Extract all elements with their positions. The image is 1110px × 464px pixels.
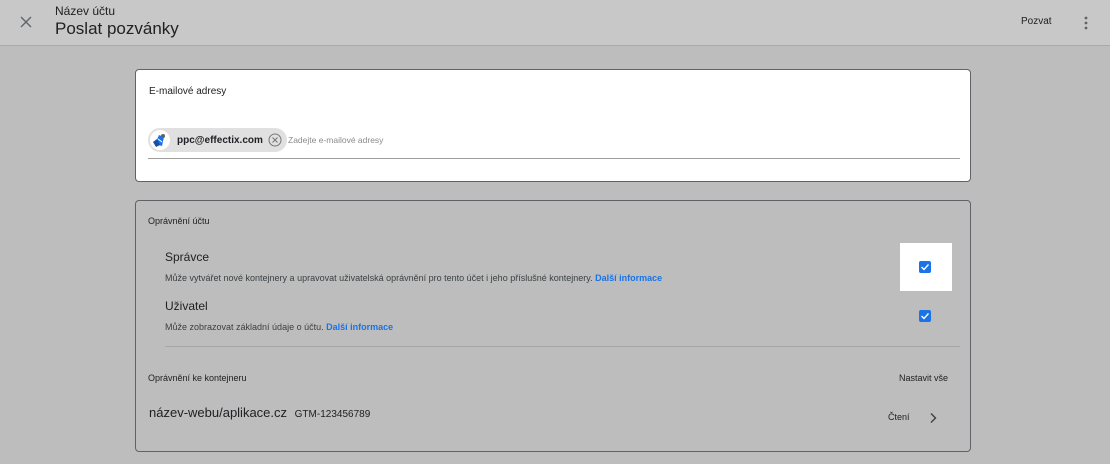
email-input-row[interactable]: ppc@effectix.com: [148, 128, 960, 159]
container-permissions-heading: Oprávnění ke kontejneru: [148, 373, 247, 383]
more-vert-icon[interactable]: [1079, 13, 1093, 33]
learn-more-link-admin[interactable]: Další informace: [595, 273, 662, 283]
account-name: Název účtu: [55, 4, 116, 18]
container-name-text: název-webu/aplikace.cz: [149, 405, 288, 420]
email-addresses-card: E-mailové adresy ppc@effectix.com: [135, 69, 971, 182]
permissions-card: Oprávnění účtu Správce Může vytvářet nov…: [135, 200, 971, 452]
email-input[interactable]: [288, 132, 788, 148]
container-row[interactable]: název-webu/aplikace.cz GTM-123456789 Čte…: [148, 404, 960, 434]
check-icon: [921, 313, 930, 320]
container-permission-select[interactable]: Čtení: [888, 412, 910, 422]
title-block: Název účtu Poslat pozvánky: [55, 4, 179, 39]
page-title: Poslat pozvánky: [55, 19, 179, 38]
role-desc-admin-text: Může vytvářet nové kontejnery a upravova…: [165, 273, 593, 283]
chevron-right-icon[interactable]: [928, 411, 938, 425]
role-desc-admin: Může vytvářet nové kontejnery a upravova…: [165, 273, 662, 283]
chip-email-label: ppc@effectix.com: [177, 134, 263, 146]
invite-button[interactable]: Pozvat: [1021, 16, 1052, 27]
remove-chip-icon[interactable]: [267, 132, 283, 148]
container-id: GTM-123456789: [294, 409, 371, 420]
admin-checkbox[interactable]: [919, 261, 931, 273]
close-icon[interactable]: [16, 12, 36, 32]
role-title-user: Uživatel: [165, 299, 208, 313]
user-checkbox[interactable]: [919, 310, 931, 322]
account-permissions-heading: Oprávnění účtu: [148, 216, 210, 226]
email-section-heading: E-mailové adresy: [149, 86, 227, 97]
container-name: název-webu/aplikace.cz GTM-123456789: [149, 405, 370, 420]
role-desc-user-text: Může zobrazovat základní údaje o účtu.: [165, 322, 324, 332]
check-icon: [921, 264, 930, 271]
top-app-bar: Název účtu Poslat pozvánky Pozvat: [0, 0, 1110, 46]
email-chip[interactable]: ppc@effectix.com: [148, 128, 287, 152]
set-all-button[interactable]: Nastavit vše: [899, 373, 948, 383]
avatar-icon: [149, 129, 171, 151]
learn-more-link-user[interactable]: Další informace: [326, 322, 393, 332]
divider: [165, 346, 960, 347]
role-desc-user: Může zobrazovat základní údaje o účtu. D…: [165, 322, 393, 332]
role-title-admin: Správce: [165, 250, 210, 264]
